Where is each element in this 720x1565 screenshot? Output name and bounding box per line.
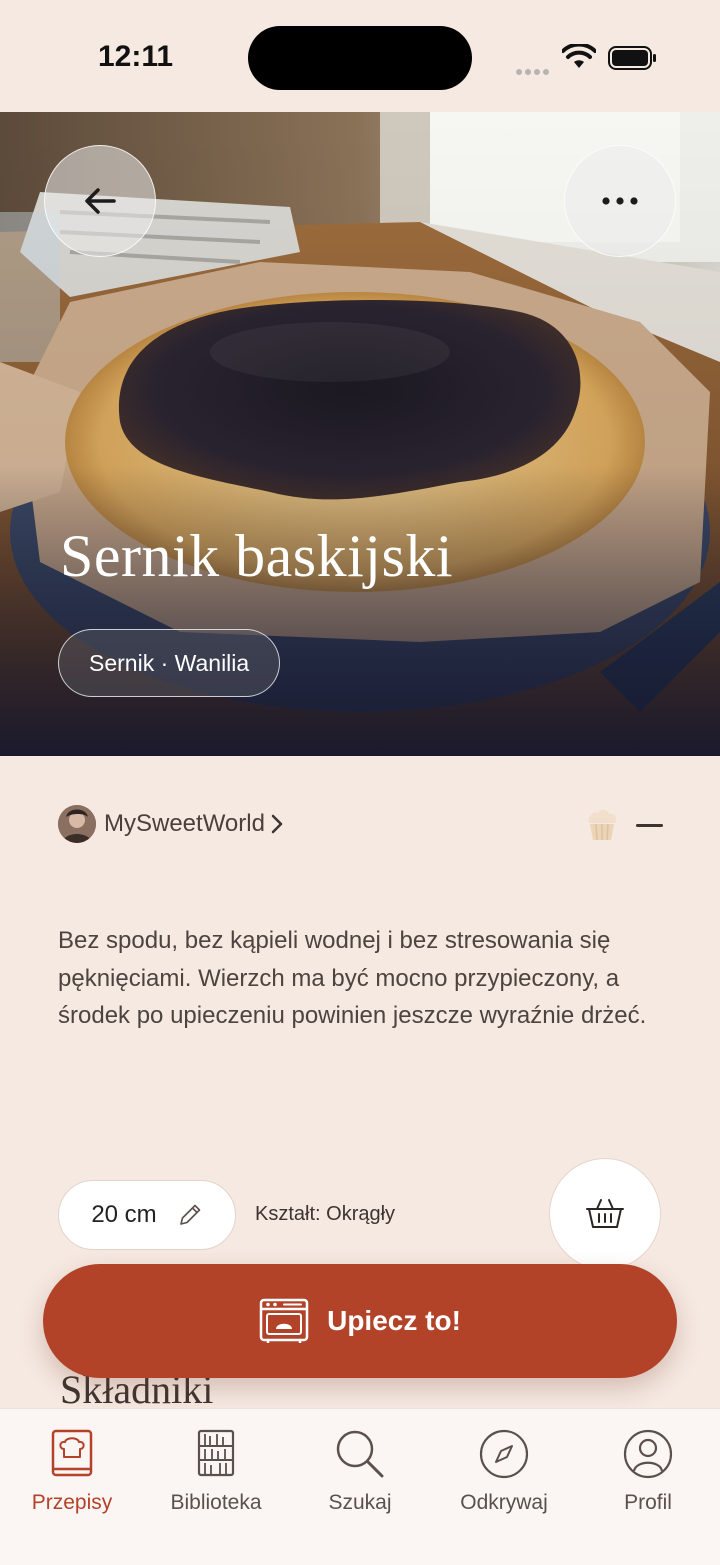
tab-label: Biblioteka [170,1491,262,1514]
pan-shape-label: Kształt: Okrągły [255,1203,396,1225]
author-avatar [58,805,96,843]
rating-placeholder-dash [636,824,663,827]
chevron-right-icon [271,814,283,834]
status-time: 12:11 [98,40,174,73]
arrow-left-icon [85,188,116,214]
compass-icon [479,1429,529,1479]
more-options-button[interactable] [564,145,676,257]
back-button[interactable] [44,145,156,257]
cellular-signal-icon [516,62,552,80]
pencil-icon [179,1204,200,1225]
tab-odkrywaj[interactable]: Odkrywaj [432,1427,576,1515]
status-bar: 12:11 [0,0,720,112]
basket-icon [586,1199,624,1228]
recipe-title: Sernik baskijski [60,523,453,589]
tab-label: Odkrywaj [460,1491,548,1514]
tab-szukaj[interactable]: Szukaj [288,1427,432,1515]
ellipsis-icon [602,197,638,205]
author-link[interactable]: MySweetWorld [58,804,283,844]
bake-it-button[interactable]: Upiecz to! [43,1264,677,1378]
dynamic-island [248,26,472,90]
pan-size-field[interactable]: 20 cm [58,1180,236,1250]
tab-label: Przepisy [31,1491,113,1514]
tab-label: Szukaj [328,1491,392,1514]
cupcake-icon [588,809,617,841]
recipe-book-icon [51,1429,93,1477]
tab-profil[interactable]: Profil [576,1427,720,1515]
author-name: MySweetWorld [104,810,265,837]
bake-it-label: Upiecz to! [327,1305,461,1336]
recipe-hero: Sernik baskijski Sernik · Wanilia [0,112,720,756]
tab-biblioteka[interactable]: Biblioteka [144,1427,288,1515]
add-to-shopping-list-button[interactable] [549,1158,661,1270]
tab-przepisy[interactable]: Przepisy [0,1427,144,1515]
search-icon [336,1430,384,1478]
wifi-icon [562,44,596,68]
bookshelf-icon [197,1429,235,1477]
profile-icon [623,1429,673,1479]
recipe-tags-chip[interactable]: Sernik · Wanilia [58,629,281,697]
bottom-tab-bar: Przepisy Biblioteka Szukaj Odkrywaj Prof… [0,1408,720,1565]
recipe-description: Bez spodu, bez kąpieli wodnej i bez stre… [58,927,647,1029]
battery-icon [608,46,656,70]
pan-size-value: 20 cm [91,1201,157,1228]
oven-icon [259,1298,309,1343]
tab-label: Profil [624,1491,672,1514]
